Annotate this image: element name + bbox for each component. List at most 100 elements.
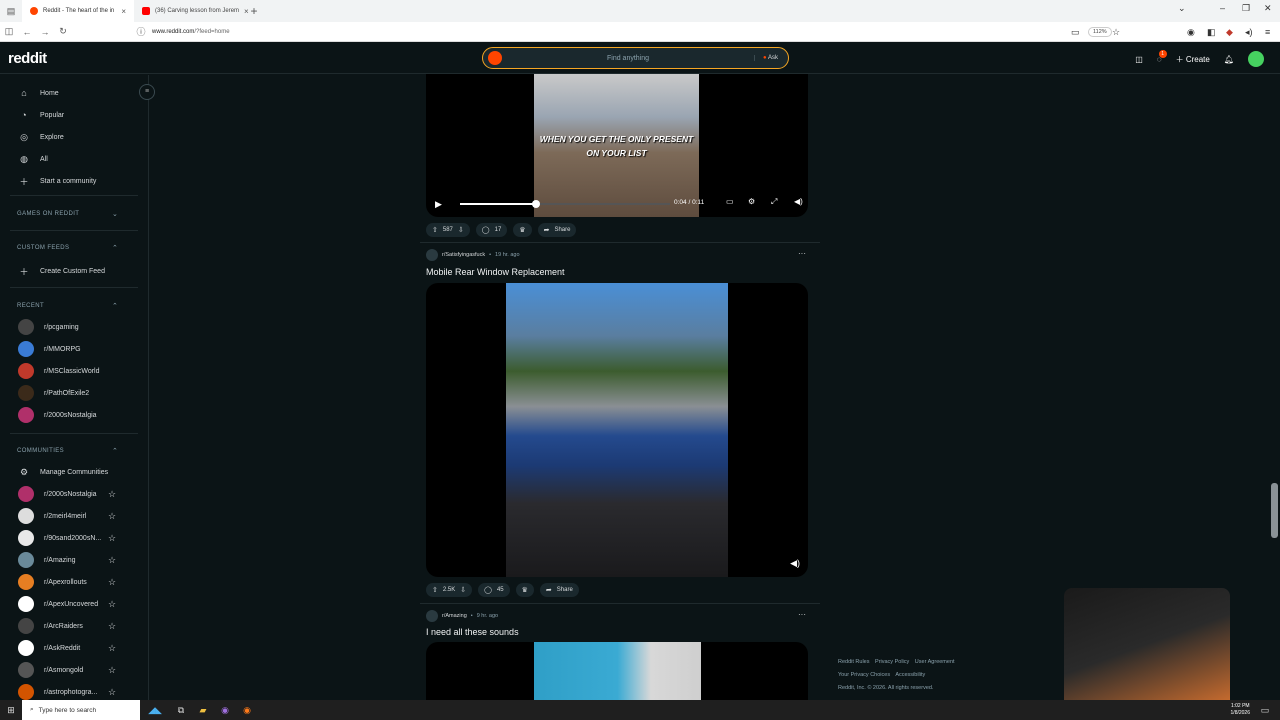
comments-button[interactable]: ◯ 17	[475, 223, 508, 237]
sidebar-item-explore[interactable]: ◎ Explore	[18, 130, 64, 144]
sidebar-community-item[interactable]: r/2000sNostalgia	[18, 407, 97, 423]
subreddit-link[interactable]: r/Amazing	[442, 613, 467, 619]
subreddit-avatar[interactable]	[426, 610, 438, 622]
favorite-star-icon[interactable]: ☆	[108, 489, 116, 500]
new-tab-icon[interactable]: +	[246, 4, 262, 18]
extension-icon[interactable]: ◆	[1226, 27, 1233, 38]
cortana-icon[interactable]: ◢◣	[140, 705, 170, 716]
comments-button[interactable]: ◯ 45	[478, 583, 510, 597]
communities-section-header[interactable]: COMMUNITIES	[17, 448, 64, 454]
favorite-star-icon[interactable]: ☆	[108, 577, 116, 588]
more-options-icon[interactable]: ···	[798, 249, 806, 258]
sidebar-community-item[interactable]: r/Asmongold ☆	[18, 662, 116, 678]
sidebar-item-start-community[interactable]: ＋ Start a community	[18, 174, 96, 188]
scrollbar-thumb[interactable]	[1271, 483, 1278, 538]
taskbar-search[interactable]: ⌕ Type here to search	[22, 700, 140, 720]
upvote-icon[interactable]: ⇧	[432, 226, 438, 234]
sidebar-community-item[interactable]: r/90sand2000sN... ☆	[18, 530, 116, 546]
create-custom-feed[interactable]: ＋ Create Custom Feed	[18, 264, 105, 278]
manage-communities[interactable]: ⚙ Manage Communities	[18, 465, 108, 479]
menu-icon[interactable]: ≡	[1265, 27, 1270, 37]
windows-start-icon[interactable]: ⊞	[0, 705, 22, 716]
share-button[interactable]: ➦ Share	[539, 583, 579, 597]
minimize-icon[interactable]: –	[1220, 3, 1225, 13]
vote-button[interactable]: ⇧ 587 ⇩	[426, 223, 470, 237]
subreddit-avatar[interactable]	[426, 249, 438, 261]
create-button[interactable]: ＋ Create	[1176, 54, 1210, 65]
sidebar-community-item[interactable]: r/astrophotogra... ☆	[18, 684, 116, 700]
award-button[interactable]: ♛	[513, 223, 532, 237]
reddit-logo[interactable]: reddit	[8, 50, 47, 67]
post-title[interactable]: Mobile Rear Window Replacement	[426, 267, 565, 277]
vote-button[interactable]: ⇧ 2.5K ⇩	[426, 583, 473, 597]
zoom-level[interactable]: 112%	[1088, 27, 1112, 37]
tab-youtube[interactable]: (36) Carving lesson from Jerem ×	[134, 0, 249, 22]
games-section-header[interactable]: GAMES ON REDDIT	[17, 211, 79, 217]
sidebar-community-item[interactable]: r/ApexUncovered ☆	[18, 596, 116, 612]
footer-link[interactable]: User Agreement	[915, 659, 955, 665]
mute-icon[interactable]: ◀)	[790, 558, 800, 569]
audio-icon[interactable]: ◂)	[1245, 27, 1253, 38]
file-explorer-icon[interactable]: ▰	[192, 705, 214, 716]
search-bar[interactable]: Find anything ● Ask	[482, 47, 789, 69]
favorite-star-icon[interactable]: ☆	[108, 687, 116, 698]
search-input[interactable]: Find anything	[502, 55, 754, 62]
reader-icon[interactable]: ▭	[1071, 27, 1080, 38]
recent-section-header[interactable]: RECENT	[17, 303, 44, 309]
close-window-icon[interactable]: ✕	[1264, 3, 1272, 14]
favorite-star-icon[interactable]: ☆	[108, 533, 116, 544]
favorite-star-icon[interactable]: ☆	[108, 555, 116, 566]
more-options-icon[interactable]: ···	[798, 610, 806, 619]
tab-reddit[interactable]: Reddit - The heart of the in ×	[22, 0, 134, 22]
video-player[interactable]: WHEN YOU GET THE ONLY PRESENT ON YOUR LI…	[426, 74, 808, 217]
post-title[interactable]: I need all these sounds	[426, 627, 519, 637]
url-field[interactable]: www.reddit.com/?feed=home	[152, 29, 230, 35]
sidebar-community-item[interactable]: r/2000sNostalgia ☆	[18, 486, 116, 502]
sidebar-item-all[interactable]: ◍ All	[18, 152, 48, 166]
favorite-star-icon[interactable]: ☆	[108, 621, 116, 632]
footer-link[interactable]: Your Privacy Choices	[838, 672, 890, 678]
bookmark-star-icon[interactable]: ☆	[1112, 27, 1120, 38]
footer-link[interactable]: Accessibility	[895, 672, 925, 678]
sidebar-item-home[interactable]: ⌂ Home	[18, 86, 58, 100]
sidebar-community-item[interactable]: r/pcgaming	[18, 319, 79, 335]
video-player[interactable]	[426, 642, 808, 702]
sidebar-community-item[interactable]: r/MMORPG	[18, 341, 81, 357]
app-icon[interactable]: ◉	[214, 705, 236, 716]
sidebar-icon[interactable]: ◫	[0, 26, 18, 37]
favorite-star-icon[interactable]: ☆	[108, 511, 116, 522]
favorite-star-icon[interactable]: ☆	[108, 599, 116, 610]
chevron-up-icon[interactable]: ⌃	[112, 302, 118, 310]
sidebar-community-item[interactable]: r/Amazing ☆	[18, 552, 116, 568]
video-player[interactable]: ◀)	[426, 283, 808, 577]
info-icon[interactable]: ⓘ	[132, 25, 150, 38]
sidebar-community-item[interactable]: r/2meirl4meirl ☆	[18, 508, 116, 524]
custom-feeds-section-header[interactable]: CUSTOM FEEDS	[17, 245, 69, 251]
award-button[interactable]: ♛	[515, 583, 534, 597]
downvote-icon[interactable]: ⇩	[458, 226, 464, 234]
settings-icon[interactable]: ⚙	[748, 197, 755, 206]
sidebar-community-item[interactable]: r/Apexrollouts ☆	[18, 574, 116, 590]
footer-link[interactable]: Privacy Policy	[875, 659, 909, 665]
chevron-up-icon[interactable]: ⌃	[112, 244, 118, 252]
reload-icon[interactable]: ↻	[54, 26, 72, 37]
sidebar-community-item[interactable]: r/ArcRaiders ☆	[18, 618, 116, 634]
advertise-icon[interactable]: ◫	[1135, 55, 1143, 64]
notifications-icon[interactable]: 🔔︎	[1224, 55, 1234, 64]
collapse-sidebar-button[interactable]: ≡	[139, 84, 155, 100]
favorite-star-icon[interactable]: ☆	[108, 665, 116, 676]
user-avatar[interactable]	[1248, 51, 1264, 67]
sidebar-community-item[interactable]: r/PathOfExile2	[18, 385, 89, 401]
task-view-icon[interactable]: ⧉	[170, 705, 192, 716]
chevron-down-icon[interactable]: ⌄	[112, 210, 118, 218]
tab-list-icon[interactable]: ⌄	[1178, 3, 1186, 14]
taskbar-clock[interactable]: 1:02 PM 1/8/2026	[1231, 703, 1250, 717]
forward-icon[interactable]: →	[36, 27, 54, 37]
progress-knob[interactable]	[531, 200, 540, 208]
subreddit-link[interactable]: r/Satisfyingasfuck	[442, 252, 485, 258]
sidebar-item-popular[interactable]: ◔ Popular	[18, 108, 64, 122]
taskbar-search-input[interactable]: Type here to search	[39, 707, 96, 714]
sidebar-community-item[interactable]: r/AskReddit ☆	[18, 640, 116, 656]
chat-icon[interactable]: ◌	[1157, 49, 1167, 64]
favorite-star-icon[interactable]: ☆	[108, 643, 116, 654]
